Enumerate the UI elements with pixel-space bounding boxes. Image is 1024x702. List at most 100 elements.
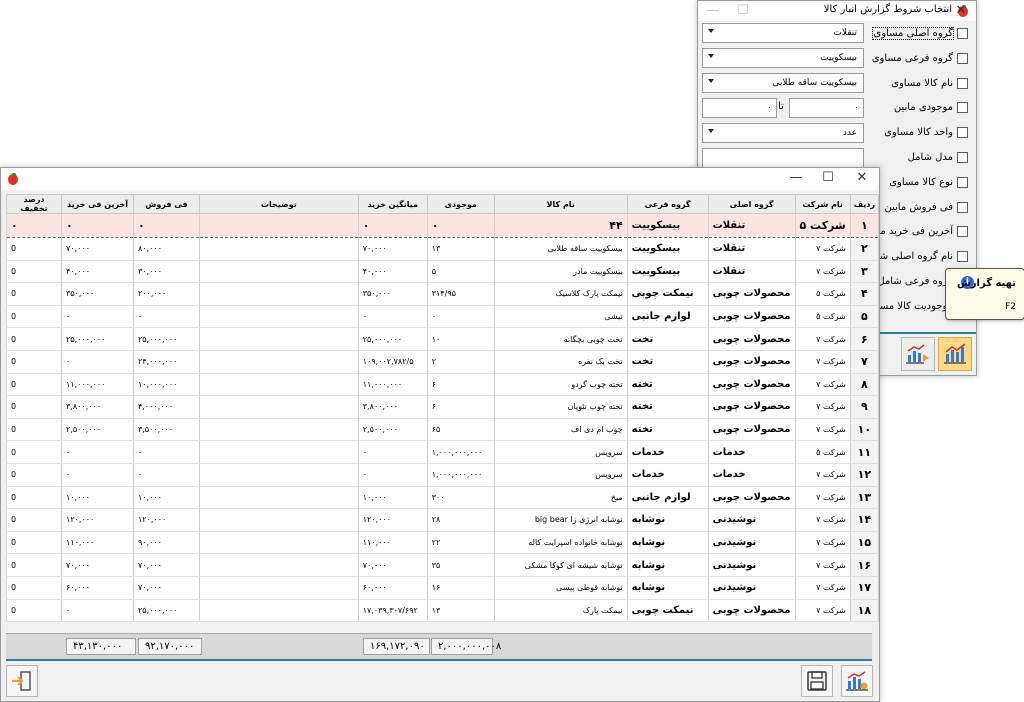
stock-cell[interactable]: ۲: [426, 350, 495, 374]
main-group-cell[interactable]: محصولات چوبی: [707, 350, 796, 374]
sale-price-cell[interactable]: ۸۰,۰۰۰: [132, 237, 200, 261]
row-number-cell[interactable]: ۴: [849, 282, 880, 306]
table-row[interactable]: ۷ شرکت ۷ محصولات چوبی تخت تخت یک نفره ۲ ۱۰۹,۰۰…: [5, 350, 880, 374]
company-name-cell[interactable]: شرکت ۵: [794, 440, 851, 464]
last-purchase-cell[interactable]: ۲,۵۰۰,۰۰۰: [61, 418, 134, 442]
stock-cell[interactable]: ۳۱۴/۹۵: [426, 282, 495, 306]
checkbox-stock-range[interactable]: موجودی مابین: [894, 98, 968, 116]
main-group-cell[interactable]: محصولات چوبی: [707, 395, 796, 419]
avg-purchase-cell[interactable]: ۴۰,۰۰۰: [357, 260, 428, 284]
avg-purchase-cell[interactable]: ۰: [357, 213, 428, 238]
sale-price-cell[interactable]: ۲۴,۰۰۰,۰۰۰: [132, 350, 200, 374]
product-name-cell[interactable]: تیشی: [493, 305, 628, 329]
checkbox-box[interactable]: [957, 77, 968, 89]
product-name-cell[interactable]: میخ: [493, 486, 628, 510]
discount-percent-cell[interactable]: 0: [5, 373, 63, 397]
sale-price-cell[interactable]: ۰: [132, 305, 200, 329]
product-name-cell[interactable]: نیمکت پارک: [493, 599, 628, 623]
row-number-cell[interactable]: ۳: [849, 260, 880, 284]
checkbox-box[interactable]: [957, 250, 968, 262]
avg-purchase-cell[interactable]: ۱۲۰,۰۰۰: [357, 508, 428, 532]
stock-cell[interactable]: ۳۵: [426, 553, 495, 577]
table-row[interactable]: ۱۴ شرکت ۷ نوشیدنی نوشابه نوشابه انرژی زا big…: [5, 508, 880, 532]
sale-price-cell[interactable]: ۳۰,۰۰۰: [132, 260, 200, 284]
col-header[interactable]: نام کالا: [493, 194, 628, 214]
avg-purchase-cell[interactable]: ۷۰,۰۰۰: [357, 237, 428, 261]
row-number-cell[interactable]: ۱۱: [849, 440, 880, 464]
sale-price-cell[interactable]: ۱۲۰,۰۰۰: [132, 508, 200, 532]
description-cell[interactable]: [198, 531, 359, 555]
product-name-select[interactable]: بیسکوییت ساقه طلایی: [702, 73, 864, 93]
stock-cell[interactable]: ۳۰۰: [426, 486, 495, 510]
stock-cell[interactable]: ۰: [426, 213, 495, 238]
stock-cell[interactable]: ۱۶: [426, 576, 495, 600]
discount-percent-cell[interactable]: 0: [5, 418, 63, 442]
last-purchase-cell[interactable]: ۱۰,۰۰۰: [61, 486, 134, 510]
company-name-cell[interactable]: شرکت ۷: [794, 553, 851, 577]
main-group-cell[interactable]: خدمات: [707, 440, 796, 464]
last-purchase-cell[interactable]: ۰: [61, 350, 134, 374]
sub-group-cell[interactable]: لوازم جانبی: [626, 305, 709, 329]
discount-percent-cell[interactable]: 0: [5, 237, 63, 261]
last-purchase-cell[interactable]: ۴۰,۰۰۰: [61, 260, 134, 284]
sale-price-cell[interactable]: ۰: [132, 213, 200, 238]
last-purchase-cell[interactable]: ۱۱۰,۰۰۰: [61, 531, 134, 555]
product-name-cell[interactable]: نوشابه شیشه ای کوکا مشکی: [493, 553, 628, 577]
product-name-cell[interactable]: سرویس: [493, 463, 628, 487]
sub-group-cell[interactable]: بیسکوییت: [626, 237, 709, 261]
prepare-report-button[interactable]: [938, 337, 972, 371]
main-group-cell[interactable]: نوشیدنی: [707, 531, 796, 555]
checkbox-box[interactable]: [957, 101, 968, 113]
checkbox-box[interactable]: [957, 201, 968, 213]
discount-percent-cell[interactable]: 0: [5, 260, 63, 284]
table-row[interactable]: ۴ شرکت ۵ محصولات چوبی نیمکت چوبی نیمکت پارک …: [5, 282, 880, 306]
product-name-cell[interactable]: نوشابه انرژی زا big bear: [493, 508, 628, 532]
product-name-cell[interactable]: نوشابه خانواده اسپرایت کاله: [493, 531, 628, 555]
description-cell[interactable]: [198, 350, 359, 374]
col-header[interactable]: توضیحات: [198, 194, 359, 214]
checkbox-product-name[interactable]: نام کالا مساوی: [891, 74, 968, 92]
col-header[interactable]: ردیف: [849, 194, 880, 214]
checkbox-box[interactable]: [957, 27, 968, 39]
row-number-cell[interactable]: ۱: [849, 213, 880, 238]
table-row[interactable]: ۱۰ شرکت ۷ محصولات چوبی تخته چوب ام دی اف ۶۵ ۲,…: [5, 418, 880, 442]
stock-cell[interactable]: ۶: [426, 373, 495, 397]
company-name-cell[interactable]: شرکت ۷: [794, 350, 851, 374]
last-purchase-cell[interactable]: ۰: [61, 305, 134, 329]
main-group-cell[interactable]: محصولات چوبی: [707, 373, 796, 397]
discount-percent-cell[interactable]: 0: [5, 553, 63, 577]
close-filter-button[interactable]: ✕: [946, 1, 976, 21]
sale-price-cell[interactable]: ۰: [132, 463, 200, 487]
avg-purchase-cell[interactable]: ۱۱,۰۰۰,۰۰۰: [357, 373, 428, 397]
discount-percent-cell[interactable]: 0: [5, 327, 63, 351]
stock-cell[interactable]: ۱,۰۰۰,۰۰۰,۰۰۰: [426, 440, 495, 464]
sub-group-cell[interactable]: نیمکت چوبی: [626, 282, 709, 306]
sale-price-cell[interactable]: ۰: [132, 440, 200, 464]
last-purchase-cell[interactable]: ۱۱,۰۰۰,۰۰۰: [61, 373, 134, 397]
main-group-cell[interactable]: محصولات چوبی: [707, 599, 796, 623]
table-row[interactable]: ۶ شرکت ۷ محصولات چوبی تخت تخت چوبی بچگانه ۱۰ ۲…: [5, 327, 880, 351]
product-name-cell[interactable]: تخت یک نفره: [493, 350, 628, 374]
last-purchase-cell[interactable]: ۰: [61, 440, 134, 464]
checkbox-product-type[interactable]: نوع کالا مساوی: [889, 173, 968, 191]
col-header[interactable]: آخرین فی خرید: [61, 194, 134, 214]
table-row[interactable]: ۱۲ شرکت ۷ خدمات خدمات سرویس ۱,۰۰۰,۰۰۰,۰۰۰ ۰ ۰ ۰ 0: [5, 463, 880, 487]
main-group-cell[interactable]: محصولات چوبی: [707, 305, 796, 329]
minimize-button[interactable]: —: [781, 168, 811, 188]
checkbox-model[interactable]: مدل شامل: [908, 148, 968, 166]
row-number-cell[interactable]: ۵: [849, 305, 880, 329]
stock-cell[interactable]: ۱,۰۰۰,۰۰۰,۰۰۰: [426, 463, 495, 487]
description-cell[interactable]: [198, 282, 359, 306]
description-cell[interactable]: [198, 305, 359, 329]
sub-group-cell[interactable]: نوشابه: [626, 531, 709, 555]
dropdown-arrow-icon[interactable]: [708, 54, 714, 58]
main-group-cell[interactable]: نوشیدنی: [707, 576, 796, 600]
avg-purchase-cell[interactable]: ۳۵۰,۰۰۰: [357, 282, 428, 306]
row-number-cell[interactable]: ۱۴: [849, 508, 880, 532]
sale-price-cell[interactable]: ۹۰,۰۰۰: [132, 531, 200, 555]
exit-button[interactable]: [6, 665, 38, 697]
table-row[interactable]: ۱۵ شرکت ۷ نوشیدنی نوشابه نوشابه خانواده اسپر…: [5, 531, 880, 555]
last-purchase-cell[interactable]: ۱۲۰,۰۰۰: [61, 508, 134, 532]
discount-percent-cell[interactable]: 0: [5, 350, 63, 374]
close-report-button[interactable]: ✕: [847, 168, 877, 188]
